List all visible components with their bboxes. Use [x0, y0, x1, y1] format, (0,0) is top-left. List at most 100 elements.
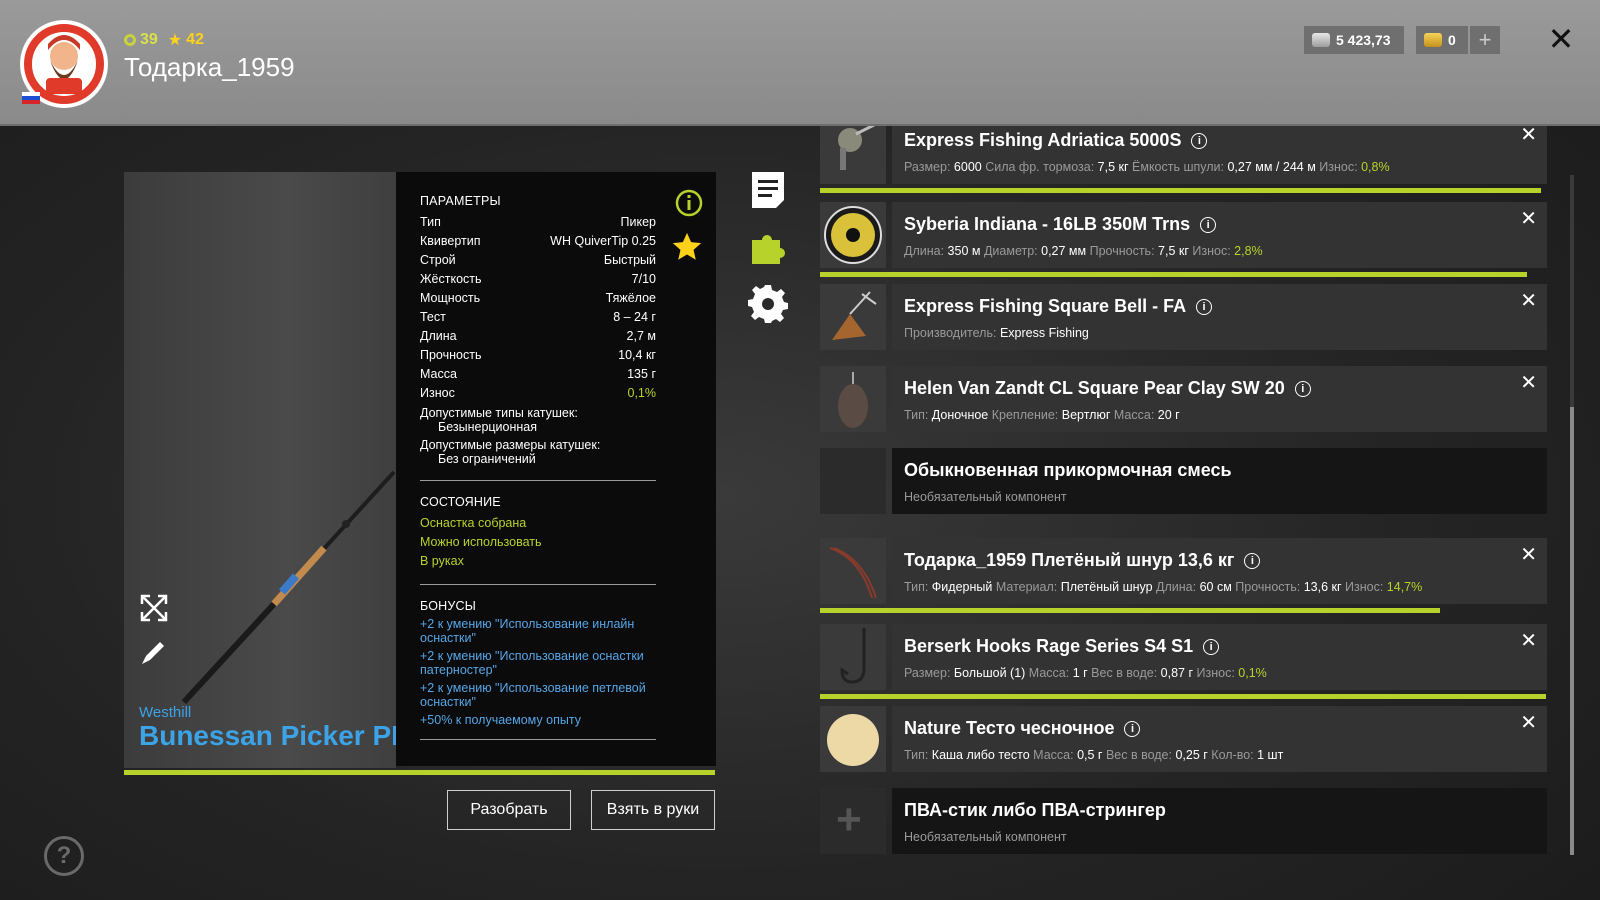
detail-label: Длина:: [904, 244, 948, 258]
tackle-item-details: Длина: 350 м Диаметр: 0,27 мм Прочность:…: [904, 244, 1263, 258]
tackle-item[interactable]: Обыкновенная прикормочная смесь Необязате…: [820, 448, 1547, 514]
list-scrollbar[interactable]: [1570, 175, 1574, 855]
info-icon[interactable]: i: [1203, 638, 1220, 655]
remove-item-icon[interactable]: ✕: [1520, 628, 1537, 653]
star-rank-value: 42: [186, 31, 204, 48]
tackle-item[interactable]: Express Fishing Square Bell - FA i Произво…: [820, 284, 1547, 350]
remove-item-icon[interactable]: ✕: [1520, 710, 1537, 735]
reel-icon: [820, 126, 886, 184]
scrollbar-thumb[interactable]: [1570, 407, 1574, 855]
detail-label: Необязательный компонент: [904, 830, 1067, 844]
info-icon[interactable]: [674, 188, 704, 218]
expand-icon[interactable]: [138, 592, 170, 624]
tackle-item[interactable]: Nature Тесто чесночное i Тип: Каша либо те…: [820, 706, 1547, 772]
detail-label: Материал:: [992, 580, 1061, 594]
help-button[interactable]: ?: [44, 836, 84, 876]
param-row: Длина 2,7 м: [420, 326, 656, 345]
tackle-item-body: Express Fishing Adriatica 5000S i Размер: …: [892, 126, 1547, 184]
close-icon[interactable]: ✕: [1544, 22, 1578, 56]
puzzle-icon[interactable]: [748, 228, 788, 268]
favorite-star-icon[interactable]: [670, 230, 704, 264]
add-currency-button[interactable]: +: [1470, 26, 1500, 54]
tackle-item-title: Syberia Indiana - 16LB 350M Trns i: [904, 214, 1217, 235]
tackle-item[interactable]: Express Fishing Adriatica 5000S i Размер: …: [820, 126, 1547, 193]
tackle-item-body: Berserk Hooks Rage Series S4 S1 i Размер: …: [892, 624, 1547, 690]
param-value: Быстрый: [603, 252, 656, 267]
remove-item-icon[interactable]: ✕: [1520, 126, 1537, 147]
russia-flag-icon: [22, 92, 40, 104]
empty-slot: [820, 448, 886, 514]
tackle-item-details: Размер: 6000 Сила фр. тормоза: 7,5 кг Ём…: [904, 160, 1390, 174]
remove-item-icon[interactable]: ✕: [1520, 542, 1537, 567]
state-list: Оснастка собрана Можно использовать В рука…: [420, 513, 692, 570]
param-value: 0,1%: [627, 385, 657, 400]
info-icon[interactable]: i: [1200, 216, 1217, 233]
detail-label: Длина:: [1152, 580, 1200, 594]
info-icon[interactable]: i: [1191, 132, 1208, 149]
detail-value: 1 г: [1072, 666, 1088, 680]
tackle-item-name: ПВА-стик либо ПВА-стрингер: [904, 800, 1166, 820]
divider: [420, 480, 656, 481]
detail-value: 7,5 кг: [1158, 244, 1189, 258]
detail-value: Вертлюг: [1061, 408, 1111, 422]
param-row: Прочность 10,4 кг: [420, 345, 656, 364]
tackle-item[interactable]: Helen Van Zandt CL Square Pear Clay SW 2…: [820, 366, 1547, 432]
detail-label: Износ:: [1341, 580, 1387, 594]
tackle-item[interactable]: Berserk Hooks Rage Series S4 S1 i Размер: …: [820, 624, 1547, 699]
detail-value: 7,5 кг: [1097, 160, 1129, 174]
feeder-icon: [820, 284, 886, 350]
tackle-item-title: Express Fishing Adriatica 5000S i: [904, 130, 1208, 151]
tackle-item-name: Nature Тесто чесночное: [904, 718, 1115, 738]
param-value: WH QuiverTip 0.25: [550, 233, 656, 248]
tackle-item-body: Express Fishing Square Bell - FA i Произво…: [892, 284, 1547, 350]
gold-coins-icon: [1424, 33, 1442, 47]
info-icon[interactable]: i: [1244, 552, 1261, 569]
info-icon[interactable]: i: [1124, 720, 1141, 737]
tackle-item-body: Обыкновенная прикормочная смесь Необязате…: [892, 448, 1547, 514]
tackle-item-name: Тодарка_1959 Плетёный шнур 13,6 кг: [904, 550, 1235, 570]
reel-types-label: Допустимые типы катушек:: [420, 406, 578, 420]
edit-icon[interactable]: [138, 636, 170, 668]
detail-label: Прочность:: [1086, 244, 1159, 258]
tackle-item-details: Производитель: Express Fishing: [904, 326, 1089, 340]
tackle-item-body: ПВА-стик либо ПВА-стрингер Необязательный…: [892, 788, 1547, 854]
gear-icon[interactable]: [748, 283, 788, 323]
param-value: Тяжёлое: [605, 290, 656, 305]
detail-label: Масса:: [1110, 408, 1158, 422]
tackle-item[interactable]: Тодарка_1959 Плетёный шнур 13,6 кг i Тип: …: [820, 538, 1547, 613]
param-label: Длина: [420, 328, 457, 343]
tackle-item-title: ПВА-стик либо ПВА-стрингер: [904, 800, 1166, 821]
param-row: Квивертип WH QuiverTip 0.25: [420, 231, 656, 250]
tackle-item-title: Helen Van Zandt CL Square Pear Clay SW 2…: [904, 378, 1311, 399]
detail-value: 350 м: [947, 244, 981, 258]
disassemble-button[interactable]: Разобрать: [447, 790, 571, 830]
remove-item-icon[interactable]: ✕: [1520, 370, 1537, 395]
info-icon[interactable]: i: [1196, 298, 1213, 315]
detail-label: Необязательный компонент: [904, 490, 1067, 504]
rod-preview: [124, 172, 396, 768]
detail-label: Масса:: [1029, 748, 1078, 762]
param-value: 2,7 м: [626, 328, 656, 343]
info-icon[interactable]: i: [1294, 380, 1311, 397]
take-in-hand-button[interactable]: Взять в руки: [591, 790, 715, 830]
detail-label: Износ:: [1188, 244, 1235, 258]
state-item: В руках: [420, 553, 464, 568]
tackle-item[interactable]: Syberia Indiana - 16LB 350M Trns i Длина: …: [820, 202, 1547, 277]
reel-types-value: Безынерционная: [438, 420, 538, 434]
tackle-item-body: Helen Van Zandt CL Square Pear Clay SW 2…: [892, 366, 1547, 432]
param-value: 7/10: [631, 271, 656, 286]
item-wear-bar: [820, 272, 1527, 277]
param-row: Строй Быстрый: [420, 250, 656, 269]
level-indicator: 39: [124, 30, 158, 50]
detail-value: Доночное: [931, 408, 989, 422]
detail-value: Express Fishing: [999, 326, 1089, 340]
remove-item-icon[interactable]: ✕: [1520, 206, 1537, 231]
tackle-item-details: Необязательный компонент: [904, 830, 1067, 844]
param-label: Мощность: [420, 290, 481, 305]
tackle-item-title: Berserk Hooks Rage Series S4 S1 i: [904, 636, 1220, 657]
tackle-item[interactable]: + ПВА-стик либо ПВА-стрингер Необязательны…: [820, 788, 1547, 854]
document-icon[interactable]: [748, 170, 788, 210]
tackle-item-title: Тодарка_1959 Плетёный шнур 13,6 кг i: [904, 550, 1261, 571]
remove-item-icon[interactable]: ✕: [1520, 288, 1537, 313]
tackle-item-details: Тип: Доночное Крепление: Вертлюг Масса: …: [904, 408, 1180, 422]
